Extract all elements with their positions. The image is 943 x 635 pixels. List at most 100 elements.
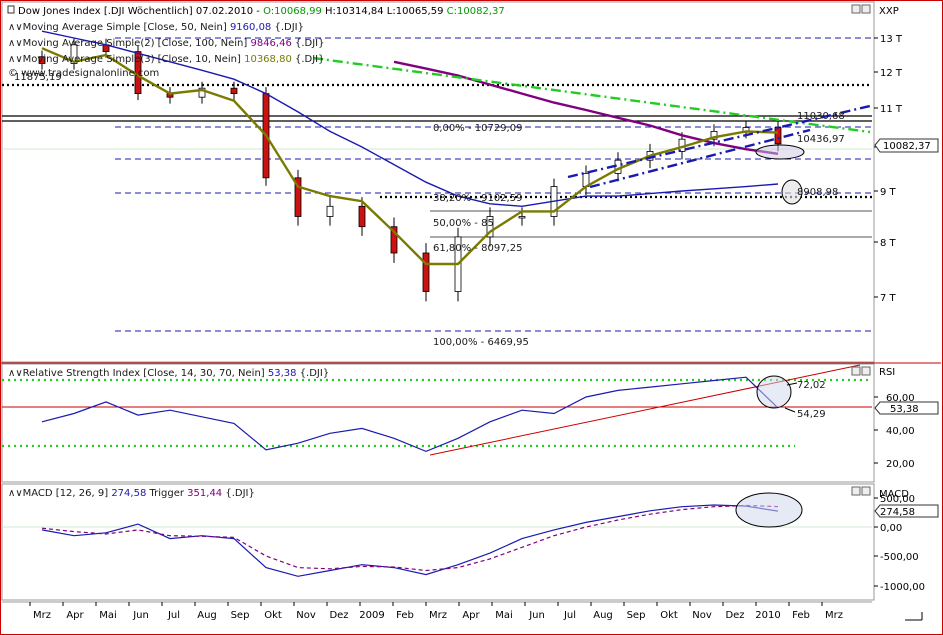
macd-tick-label: 0,00 bbox=[880, 523, 902, 534]
fib-label-38: 38,20% - 9102,59 bbox=[433, 193, 522, 204]
rsi-annotation-low: 54,29 bbox=[797, 409, 826, 420]
trend-lines bbox=[313, 58, 870, 187]
candle bbox=[583, 165, 589, 195]
candle bbox=[231, 82, 237, 100]
fib-label-50: 50,00% - 85 bbox=[433, 218, 494, 229]
price-tick-label: 11 T bbox=[880, 104, 903, 115]
time-tick-label: Jun bbox=[132, 610, 149, 621]
price-gridlines bbox=[2, 38, 872, 331]
price-tick-label: 9 T bbox=[880, 187, 897, 198]
ma-line-1 bbox=[394, 62, 778, 154]
rsi-annotation-pointer-low bbox=[785, 408, 795, 412]
resize-corner-icon[interactable] bbox=[905, 612, 922, 620]
time-tick-label: Nov bbox=[692, 610, 712, 621]
level-label-high: 11030,68 bbox=[797, 111, 845, 122]
price-tick-label: 12 T bbox=[880, 68, 903, 79]
rsi-tick-label: 20,00 bbox=[886, 459, 915, 470]
time-tick-label: Mrz bbox=[33, 610, 51, 621]
fib-label-100: 100,00% - 6469,95 bbox=[433, 337, 529, 348]
fib-label-0: 0,00% - 10729,09 bbox=[433, 123, 522, 134]
candle-body bbox=[775, 128, 781, 144]
moving-averages-layer bbox=[42, 31, 778, 264]
rsi-badge: 53,38 bbox=[875, 402, 938, 415]
rsi-panel-frame bbox=[2, 364, 874, 482]
price-axis-unit: XXP bbox=[879, 6, 899, 17]
candle-body bbox=[231, 88, 237, 93]
fib-label-61: 61,80% - 8097,25 bbox=[433, 243, 522, 254]
rsi-minimize-icon[interactable] bbox=[852, 367, 860, 375]
rsi-tick-label: 40,00 bbox=[886, 426, 915, 437]
time-tick-label: Apr bbox=[66, 610, 84, 621]
time-tick-label: Jul bbox=[563, 610, 576, 621]
time-tick-label: 2009 bbox=[359, 610, 384, 621]
indicator-line-ma100: ∧∨Moving Average Simple(2) [Close, 100, … bbox=[8, 38, 325, 49]
rsi-badge-value: 53,38 bbox=[890, 404, 919, 415]
price-header: Dow Jones Index [.DJI Wöchentlich] 07.02… bbox=[8, 6, 505, 79]
candle bbox=[391, 218, 397, 263]
macd-tick-label: -1000,00 bbox=[880, 582, 925, 593]
candle-body bbox=[327, 206, 333, 216]
time-tick-label: Aug bbox=[197, 610, 217, 621]
candle-body bbox=[519, 217, 525, 219]
price-badge: 10082,37 bbox=[875, 139, 938, 152]
time-tick-label: Mai bbox=[99, 610, 117, 621]
candle bbox=[423, 243, 429, 301]
macd-minimize-icon[interactable] bbox=[852, 487, 860, 495]
time-axis: Mrz Apr Mai Jun Jul Aug Sep Okt Nov Dez 2009 Feb Mrz… bbox=[30, 602, 843, 621]
time-tick-label: Mai bbox=[495, 610, 513, 621]
time-tick-label: Mrz bbox=[825, 610, 843, 621]
macd-axis-unit: MACD bbox=[879, 489, 909, 500]
support-resistance-lines bbox=[2, 85, 872, 197]
candle bbox=[199, 82, 205, 104]
macd-tick-label: -500,00 bbox=[880, 552, 919, 563]
header-toggle-icon bbox=[8, 6, 14, 13]
time-tick-label: Aug bbox=[593, 610, 613, 621]
time-tick-label: Feb bbox=[792, 610, 810, 621]
time-tick-label: Feb bbox=[396, 610, 414, 621]
indicator-line-ma50: ∧∨Moving Average Simple [Close, 50, Nein… bbox=[8, 22, 304, 33]
time-tick-label: Okt bbox=[264, 610, 282, 621]
price-axis: 7 T8 T9 T10 T11 T12 T13 T bbox=[874, 34, 903, 304]
rsi-title: ∧∨Relative Strength Index [Close, 14, 30… bbox=[8, 368, 329, 379]
rsi-close-icon[interactable] bbox=[862, 367, 870, 375]
price-panel-controls[interactable] bbox=[852, 5, 870, 13]
close-icon[interactable] bbox=[862, 5, 870, 13]
macd-highlight-ellipse bbox=[736, 493, 802, 527]
minimize-icon[interactable] bbox=[852, 5, 860, 13]
time-tick-label: Jul bbox=[167, 610, 180, 621]
candle-body bbox=[423, 253, 429, 292]
time-tick-label: Dez bbox=[329, 610, 348, 621]
rsi-header: ∧∨Relative Strength Index [Close, 14, 30… bbox=[8, 368, 329, 379]
price-badge-value: 10082,37 bbox=[883, 141, 931, 152]
macd-close-icon[interactable] bbox=[862, 487, 870, 495]
price-title: Dow Jones Index [.DJI Wöchentlich] 07.02… bbox=[18, 6, 505, 17]
rsi-line bbox=[42, 377, 778, 451]
time-tick-label: Sep bbox=[627, 610, 646, 621]
time-tick-label: Jun bbox=[528, 610, 545, 621]
time-tick-label: Okt bbox=[660, 610, 678, 621]
candle bbox=[519, 207, 525, 225]
macd-header: ∧∨MACD [12, 26, 9] 274,58 Trigger 351,44… bbox=[8, 488, 255, 499]
time-tick-label: Nov bbox=[296, 610, 316, 621]
candle-body bbox=[359, 206, 365, 226]
chart-canvas[interactable]: 7 T8 T9 T10 T11 T12 T13 T XXP 10082,37 0… bbox=[0, 0, 943, 635]
time-tick-label: Apr bbox=[462, 610, 480, 621]
macd-trigger-line bbox=[42, 506, 778, 571]
time-tick-label: Sep bbox=[231, 610, 250, 621]
candle bbox=[167, 87, 173, 104]
candle bbox=[327, 197, 333, 226]
time-tick-label: Mrz bbox=[429, 610, 447, 621]
time-tick-label: 2010 bbox=[755, 610, 780, 621]
rsi-axis-unit: RSI bbox=[879, 367, 895, 378]
level-label-low: 8908,98 bbox=[797, 187, 838, 198]
macd-badge-value: 274,58 bbox=[880, 507, 915, 518]
rsi-annotation-high: 72,02 bbox=[797, 380, 826, 391]
macd-title: ∧∨MACD [12, 26, 9] 274,58 Trigger 351,44… bbox=[8, 488, 255, 499]
watermark: © www.tradesignalonline.com bbox=[8, 68, 159, 79]
macd-line bbox=[42, 505, 778, 576]
level-label-mid: 10436,97 bbox=[797, 134, 845, 145]
ma-line-2 bbox=[42, 48, 778, 264]
indicator-line-ma10: ∧∨Moving Average Simple(3) [Close, 10, N… bbox=[8, 54, 325, 65]
candle bbox=[295, 170, 301, 226]
price-tick-label: 13 T bbox=[880, 34, 903, 45]
